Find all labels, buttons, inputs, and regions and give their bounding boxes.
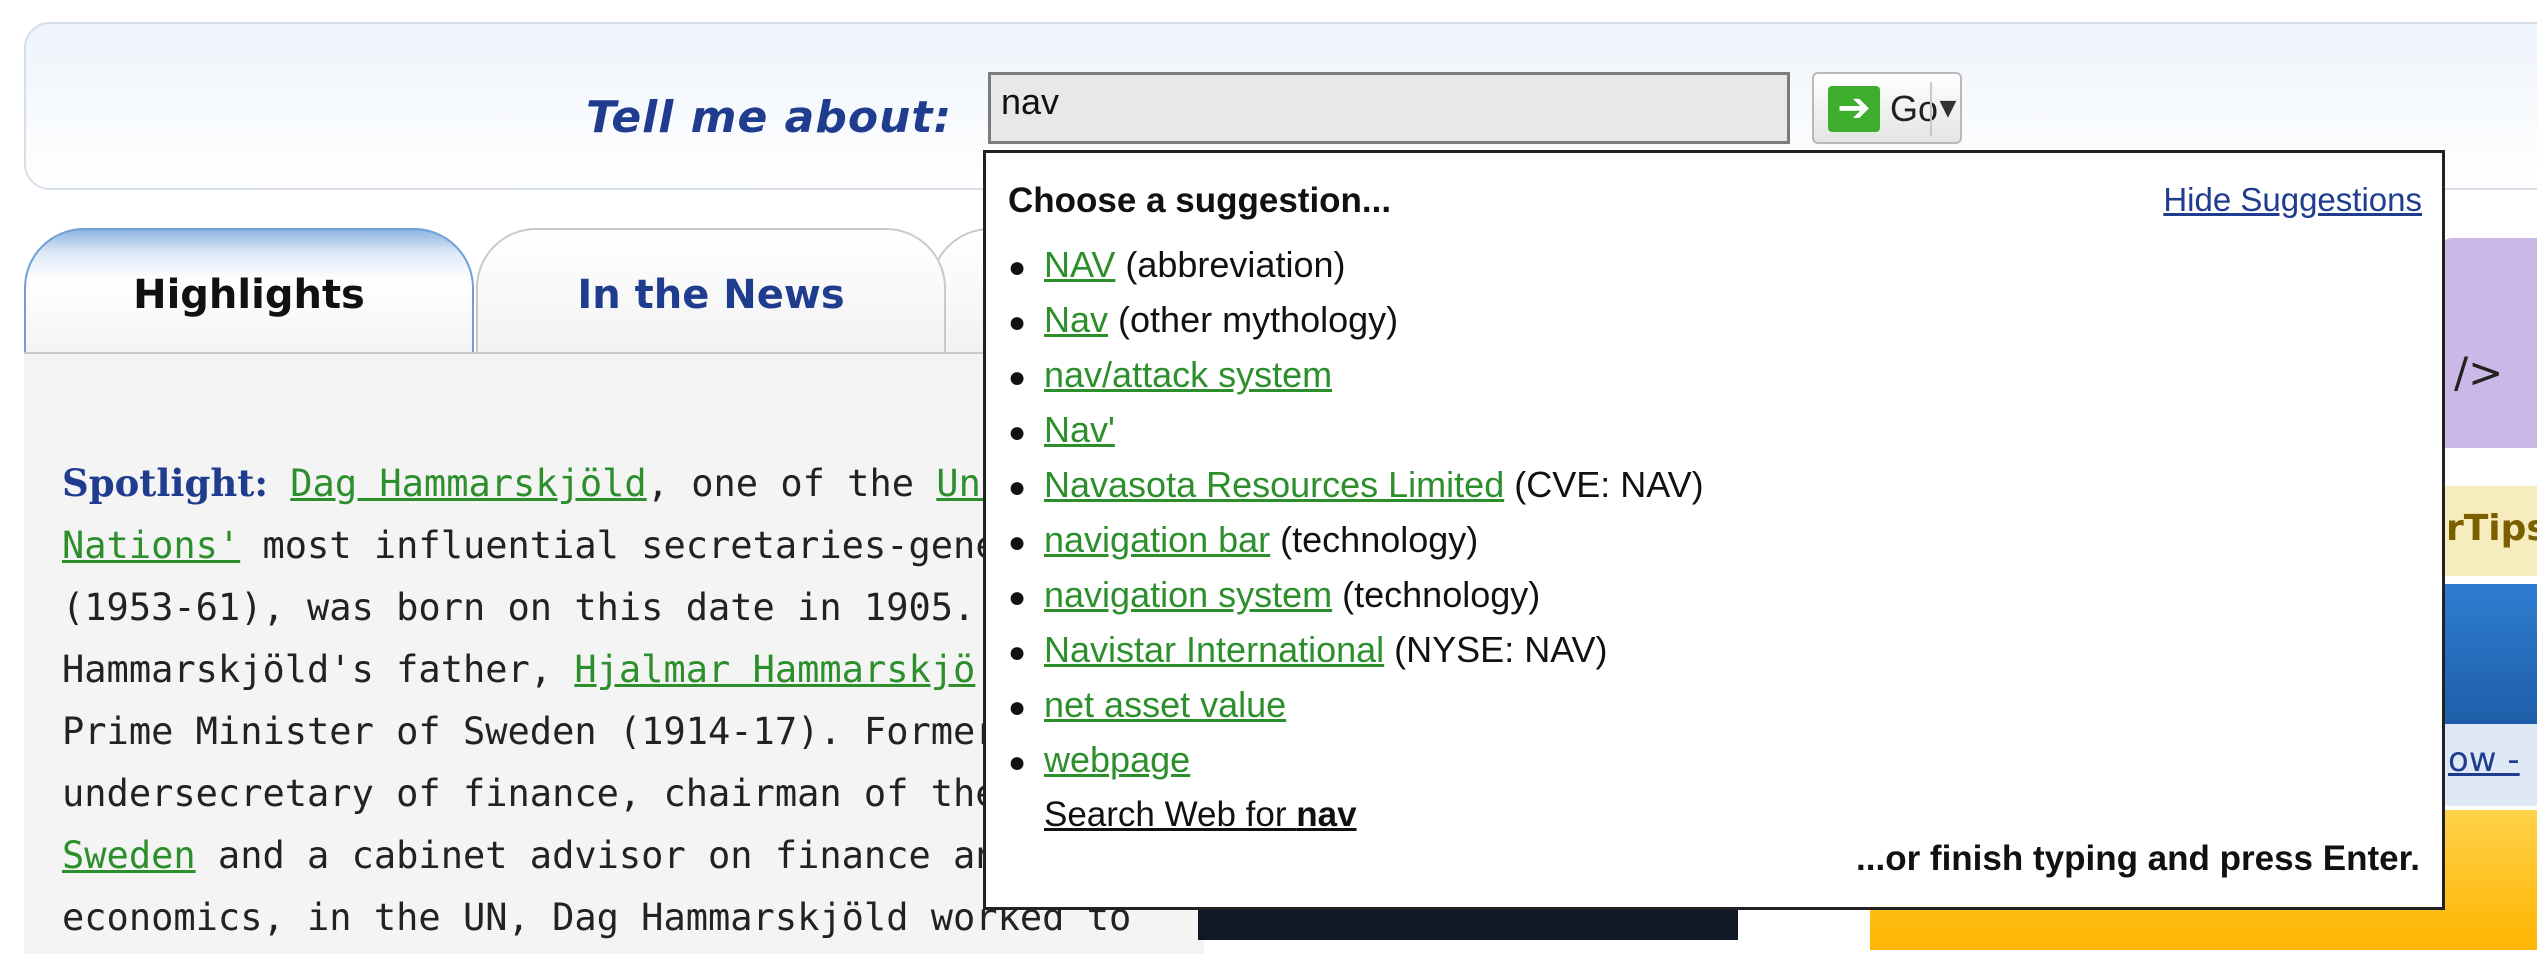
go-arrow-icon: ➔ — [1828, 86, 1880, 132]
bullet-icon: ● — [1008, 526, 1027, 559]
blue-widget — [2440, 584, 2537, 724]
suggestions-header: Choose a suggestion... — [1008, 181, 1392, 220]
hide-suggestions-link[interactable]: Hide Suggestions — [2163, 181, 2422, 219]
bullet-icon: ● — [1008, 306, 1027, 339]
spotlight-label: Spotlight: — [62, 461, 268, 505]
suggestion-item[interactable]: ● navigation bar (technology) — [1008, 512, 1704, 567]
go-divider — [1930, 82, 1932, 136]
suggestion-item[interactable]: ● Navistar International (NYSE: NAV) — [1008, 622, 1704, 677]
blue-strip: ow - — [2440, 724, 2537, 806]
bullet-icon: ● — [1008, 361, 1027, 394]
tips-widget: rTips — [2440, 486, 2537, 576]
suggestion-item[interactable]: ● navigation system (technology) — [1008, 567, 1704, 622]
search-input[interactable]: nav — [988, 72, 1790, 144]
bullet-icon: ● — [1008, 636, 1027, 669]
more-link[interactable]: ow - — [2448, 740, 2520, 780]
bullet-icon: ● — [1008, 416, 1027, 449]
father-link[interactable]: Hjalmar Hammarskjö — [574, 648, 975, 691]
suggestion-item[interactable]: ● Navasota Resources Limited (CVE: NAV) — [1008, 457, 1704, 512]
suggestion-item[interactable]: ● NAV (abbreviation) — [1008, 237, 1704, 292]
suggestion-list: ● NAV (abbreviation) ● Nav (other mytholog… — [1008, 237, 1704, 842]
bullet-icon: ● — [1008, 251, 1027, 284]
purple-widget: /> — [2440, 238, 2537, 448]
bullet-icon: ● — [1008, 581, 1027, 614]
person-link[interactable]: Dag Hammarskjöld — [290, 462, 646, 505]
suggestions-popup: Choose a suggestion... Hide Suggestions … — [983, 150, 2445, 910]
article-text: Spotlight: Dag Hammarskjöld, one of the … — [62, 461, 1132, 939]
tab-highlights[interactable]: Highlights — [24, 228, 474, 354]
bullet-icon: ● — [1008, 691, 1027, 724]
sweden-link[interactable]: Sweden — [62, 834, 196, 877]
tab-in-the-news[interactable]: In the News — [476, 228, 946, 354]
suggestion-item[interactable]: ● nav/attack system — [1008, 347, 1704, 402]
finish-hint: ...or finish typing and press Enter. — [1856, 839, 2420, 878]
go-button[interactable]: ➔ Go ▼ — [1812, 72, 1962, 144]
suggestion-item[interactable]: ● Nav (other mythology) — [1008, 292, 1704, 347]
suggestion-item[interactable]: ● Nav' — [1008, 402, 1704, 457]
search-label: Tell me about: — [586, 92, 953, 143]
suggestion-item[interactable]: ● net asset value — [1008, 677, 1704, 732]
search-web-link[interactable]: Search Web for nav — [1008, 787, 1704, 842]
nations-link[interactable]: Nations' — [62, 524, 240, 567]
suggestion-item[interactable]: ● webpage — [1008, 732, 1704, 787]
bullet-icon: ● — [1008, 746, 1027, 779]
bullet-icon: ● — [1008, 471, 1027, 504]
dropdown-arrow-icon[interactable]: ▼ — [1934, 82, 1962, 136]
